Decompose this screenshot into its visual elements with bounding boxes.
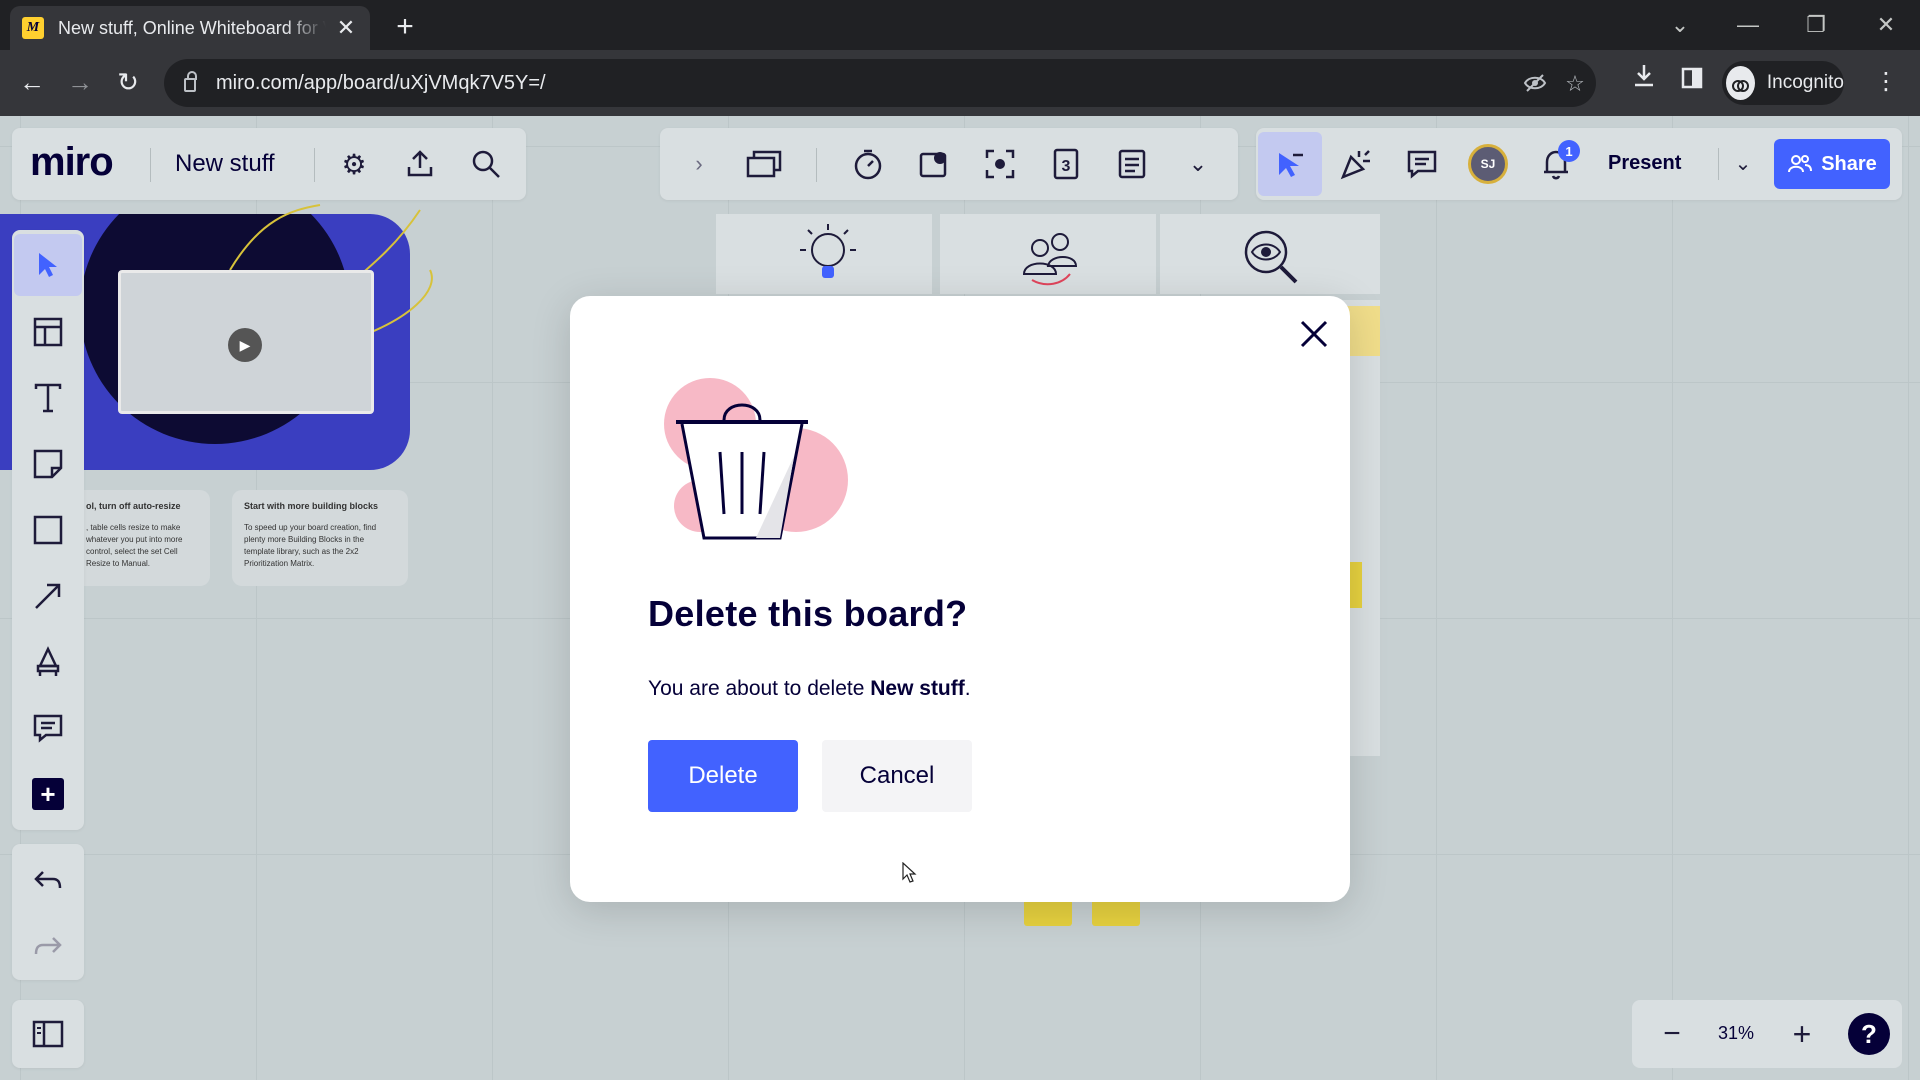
magnifier-eye-icon — [1244, 230, 1298, 284]
redo-icon[interactable] — [28, 926, 68, 966]
close-icon[interactable] — [1296, 316, 1332, 352]
divider — [1718, 148, 1719, 180]
present-button[interactable]: Present — [1608, 152, 1681, 175]
tab-title: New stuff, Online Whiteboard for Visual … — [58, 17, 326, 38]
zoom-level[interactable]: 31% — [1718, 1023, 1754, 1044]
reload-icon[interactable]: ↻ — [108, 62, 148, 102]
zoom-in-icon[interactable]: + — [1782, 1014, 1822, 1054]
dialog-message-prefix: You are about to delete — [648, 677, 871, 700]
restore-icon[interactable]: ❐ — [1796, 6, 1836, 44]
browser-tab[interactable]: M New stuff, Online Whiteboard for Visua… — [10, 6, 370, 50]
text-tool-icon[interactable] — [28, 378, 68, 418]
help-icon[interactable]: ? — [1848, 1013, 1890, 1055]
connection-line-icon[interactable] — [28, 576, 68, 616]
trash-can-illustration — [664, 378, 848, 540]
share-people-icon — [1788, 155, 1813, 173]
tip-card-title: Start with more building blocks — [244, 501, 379, 511]
comments-icon[interactable] — [1402, 144, 1442, 184]
pen-tool-icon[interactable] — [28, 642, 68, 682]
window-close-icon[interactable]: ✕ — [1866, 6, 1906, 44]
dialog-board-name: New stuff — [870, 677, 965, 700]
tip-card-body: To speed up your board creation, find pl… — [244, 523, 377, 568]
incognito-icon — [1726, 66, 1755, 100]
miro-logo[interactable]: miro — [30, 140, 114, 185]
new-tab-icon[interactable]: + — [390, 10, 420, 44]
tip-card[interactable]: ol, turn off auto-resize , table cells r… — [74, 490, 210, 586]
more-chevron-double-icon[interactable]: ⌄ — [1180, 146, 1216, 182]
divider — [314, 148, 315, 182]
dialog-message-suffix: . — [964, 677, 971, 700]
timer-icon[interactable] — [848, 144, 888, 184]
url-text: miro.com/app/board/uXjVMqk7V5Y=/ — [216, 71, 546, 94]
templates-icon[interactable] — [28, 312, 68, 352]
tip-card-body: , table cells resize to make whatever yo… — [86, 523, 183, 568]
mouse-pointer-icon — [902, 862, 917, 883]
miro-favicon-icon: M — [22, 17, 44, 39]
tab-search-chevron-icon[interactable]: ⌄ — [1660, 6, 1700, 44]
lightbulb-icon — [800, 224, 856, 278]
svg-text:3: 3 — [1062, 158, 1071, 175]
attention-focus-icon[interactable] — [980, 144, 1020, 184]
delete-button[interactable]: Delete — [648, 740, 798, 812]
expand-chevron-icon[interactable]: › — [684, 146, 714, 182]
notes-icon[interactable] — [1112, 144, 1152, 184]
zoom-out-icon[interactable]: − — [1652, 1014, 1692, 1054]
tracking-protection-eye-icon[interactable] — [1520, 71, 1550, 101]
address-bar[interactable]: miro.com/app/board/uXjVMqk7V5Y=/ ☆ — [164, 59, 1596, 107]
tip-card[interactable]: Start with more building blocks To speed… — [232, 490, 408, 586]
frames-icon[interactable] — [744, 144, 784, 184]
voting-icon[interactable] — [914, 144, 954, 184]
forward-icon[interactable]: → — [60, 62, 100, 102]
lock-icon — [184, 71, 197, 92]
user-avatar[interactable]: SJ — [1468, 144, 1508, 184]
divider — [816, 148, 817, 182]
back-icon[interactable]: ← — [12, 62, 52, 102]
tip-card-title: ol, turn off auto-resize — [86, 501, 181, 511]
browser-tab-strip: M New stuff, Online Whiteboard for Visua… — [0, 0, 1920, 50]
select-cursor-icon[interactable] — [14, 234, 82, 296]
board-name[interactable]: New stuff — [175, 150, 275, 178]
notification-badge: 1 — [1558, 140, 1580, 162]
people-icon — [1022, 233, 1078, 286]
search-icon[interactable] — [466, 144, 506, 184]
incognito-profile-button[interactable]: Incognito — [1722, 61, 1844, 105]
share-label: Share — [1821, 152, 1877, 175]
present-options-chevron-icon[interactable]: ⌄ — [1728, 148, 1758, 178]
dialog-title: Delete this board? — [648, 593, 968, 634]
export-upload-icon[interactable] — [400, 144, 440, 184]
settings-gear-icon[interactable]: ⚙ — [334, 144, 374, 184]
frames-panel-icon[interactable] — [28, 1014, 68, 1054]
divider — [150, 148, 151, 182]
sticky-note-icon[interactable] — [28, 444, 68, 484]
share-button[interactable]: Share — [1774, 139, 1890, 189]
comment-tool-icon[interactable] — [28, 708, 68, 748]
download-icon[interactable] — [1626, 62, 1662, 102]
side-panel-icon[interactable] — [1674, 62, 1710, 102]
cancel-button[interactable]: Cancel — [822, 740, 972, 812]
bookmark-star-icon[interactable]: ☆ — [1560, 71, 1590, 97]
minimize-icon[interactable]: — — [1728, 6, 1768, 44]
tab-close-icon[interactable]: ✕ — [334, 15, 358, 41]
shape-rectangle-icon[interactable] — [28, 510, 68, 550]
undo-icon[interactable] — [28, 860, 68, 900]
browser-toolbar: ← → ↻ miro.com/app/board/uXjVMqk7V5Y=/ ☆… — [0, 50, 1920, 116]
browser-menu-icon[interactable]: ⋮ — [1868, 62, 1904, 102]
play-icon[interactable]: ▶ — [228, 328, 262, 362]
dialog-message: You are about to delete New stuff. — [648, 677, 971, 701]
reactions-celebrate-icon[interactable] — [1336, 144, 1376, 184]
add-more-tools-icon[interactable]: + — [32, 778, 64, 810]
cursor-follow-icon[interactable] — [1258, 132, 1322, 196]
card-number-icon[interactable]: 3 — [1046, 144, 1086, 184]
incognito-label: Incognito — [1766, 72, 1844, 93]
